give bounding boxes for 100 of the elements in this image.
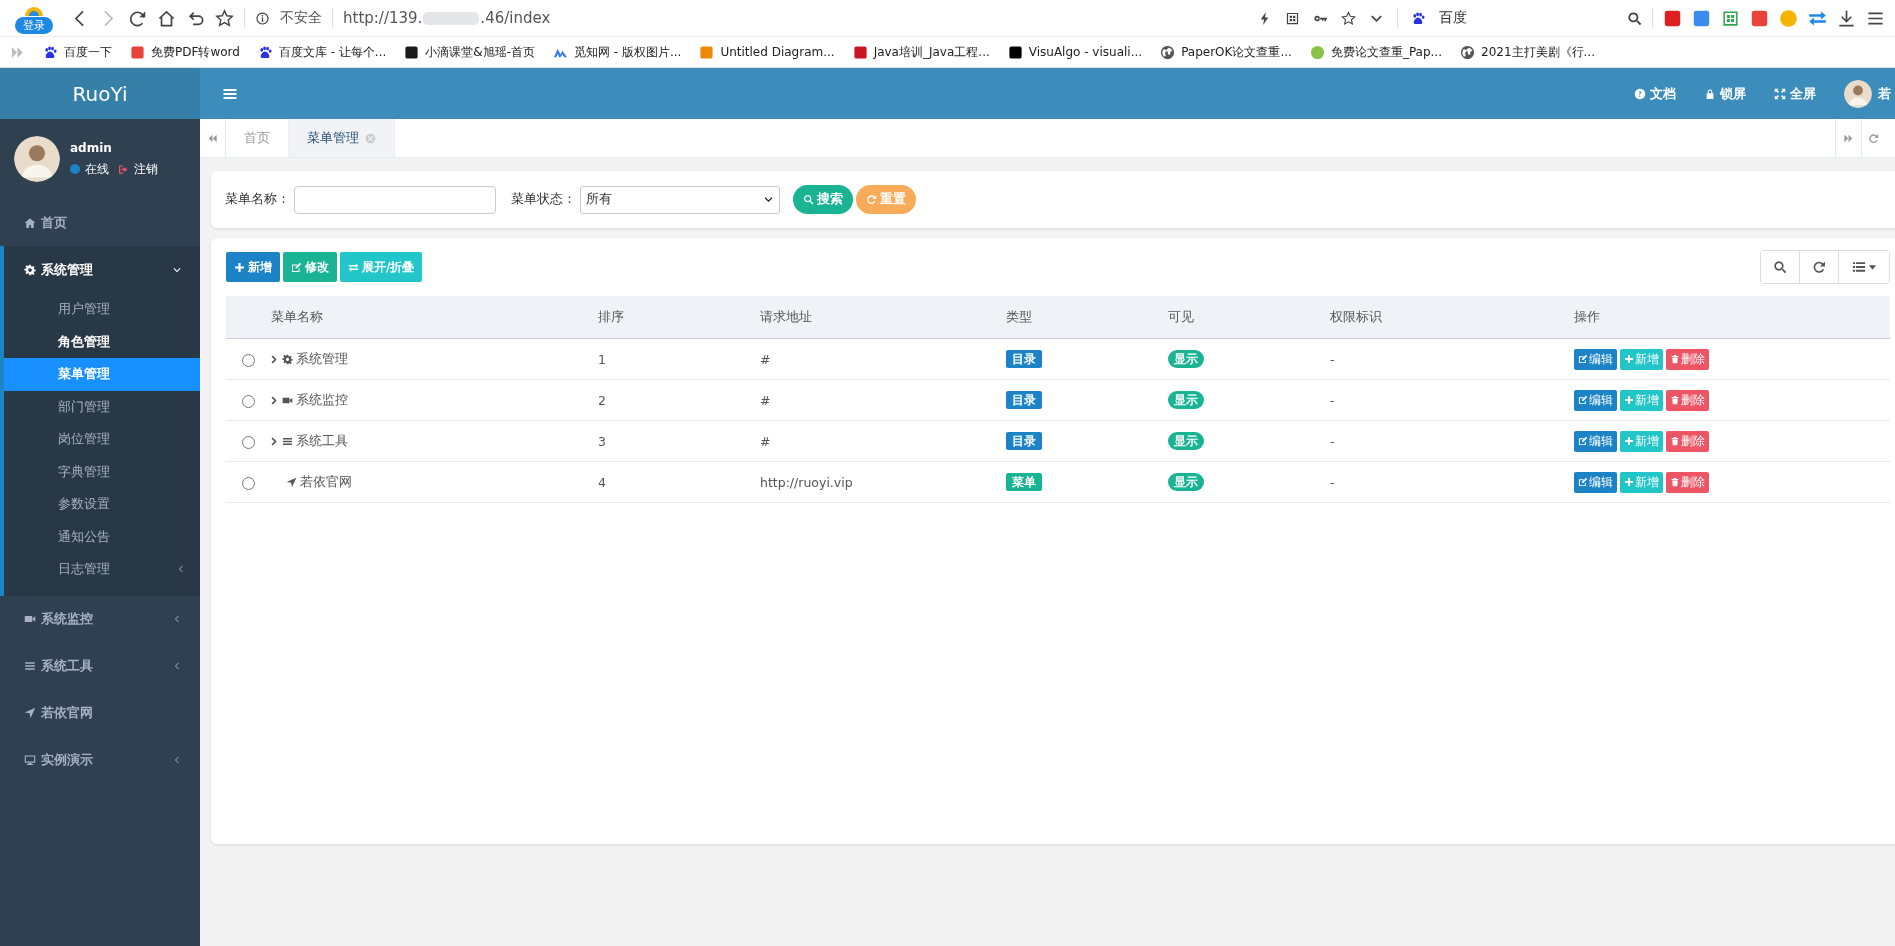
- table-cell: -: [1330, 433, 1335, 449]
- refresh-icon: [1812, 260, 1826, 274]
- menu-item[interactable]: 若依官网: [0, 689, 200, 737]
- reload-icon[interactable]: [128, 8, 147, 28]
- search-icon[interactable]: [1627, 10, 1642, 26]
- search-button[interactable]: 搜索: [793, 185, 853, 214]
- menu-item[interactable]: 实例演示: [0, 736, 200, 784]
- expand-icon[interactable]: [269, 353, 279, 365]
- bookmark[interactable]: 2021主打美剧《行...: [1460, 43, 1595, 61]
- submenu-item[interactable]: 日志管理: [4, 553, 200, 586]
- bookmark[interactable]: 免费PDF转word: [130, 43, 240, 61]
- extension-icon[interactable]: [1663, 8, 1682, 28]
- qr-code-icon[interactable]: [1285, 10, 1300, 26]
- security-label: 不安全: [280, 9, 322, 27]
- delete-button[interactable]: 删除: [1666, 430, 1709, 452]
- logout-link[interactable]: 注销: [134, 160, 158, 178]
- menu-item[interactable]: 系统管理: [4, 246, 200, 293]
- submenu-item[interactable]: 岗位管理: [4, 423, 200, 456]
- header-link[interactable]: 文档: [1634, 84, 1676, 103]
- type-tag: 目录: [1006, 350, 1042, 368]
- star-icon[interactable]: [1341, 10, 1356, 26]
- star-icon[interactable]: [215, 8, 234, 28]
- header-link[interactable]: 全屏: [1774, 84, 1816, 103]
- table-cell: 3: [598, 433, 606, 449]
- submenu-item[interactable]: 用户管理: [4, 293, 200, 326]
- refresh-icon: [1868, 132, 1879, 144]
- search-icon: [1773, 260, 1787, 274]
- extension-icon[interactable]: [1750, 8, 1769, 28]
- download-icon[interactable]: [1837, 8, 1856, 28]
- bookmark[interactable]: 百度文库 - 让每个...: [257, 43, 387, 61]
- submenu-item[interactable]: 部门管理: [4, 390, 200, 423]
- field-label: 菜单名称：: [225, 191, 290, 208]
- menu-item[interactable]: 首页: [0, 199, 200, 246]
- bookmark[interactable]: 小滴课堂&旭瑶-首页: [404, 43, 535, 61]
- help-icon: [1634, 87, 1646, 100]
- header-link[interactable]: 锁屏: [1704, 84, 1746, 103]
- login-button[interactable]: 登录: [15, 17, 53, 34]
- search-button[interactable]: [1761, 251, 1800, 283]
- fullscreen-icon: [1774, 87, 1786, 100]
- column-header: 可见: [1168, 308, 1194, 324]
- page-tab[interactable]: 菜单管理: [289, 119, 395, 157]
- bookmark[interactable]: 百度一下: [43, 43, 112, 61]
- submenu-item[interactable]: 字典管理: [4, 455, 200, 488]
- status-label: 在线: [85, 160, 109, 178]
- bookmark[interactable]: Untitled Diagram...: [699, 44, 835, 60]
- bookmark[interactable]: Java培训_Java工程...: [852, 43, 990, 61]
- extension-icon[interactable]: [1692, 8, 1711, 28]
- submenu-item[interactable]: 角色管理: [4, 325, 200, 358]
- table-cell: -: [1330, 392, 1335, 408]
- bookmark[interactable]: 觅知网 - 版权图片...: [552, 43, 682, 61]
- visible-badge: 显示: [1168, 350, 1204, 368]
- address-field[interactable]: http://139. .46/index: [343, 9, 551, 27]
- submenu-item[interactable]: 通知公告: [4, 520, 200, 553]
- type-tag: 菜单: [1006, 473, 1042, 491]
- table-cell: 系统管理: [296, 350, 348, 368]
- menu-name-field[interactable]: [294, 185, 496, 214]
- expand-icon[interactable]: [269, 394, 279, 406]
- add-button[interactable]: 新增: [226, 252, 280, 282]
- expand-icon[interactable]: [269, 435, 279, 447]
- grid-icon[interactable]: [1721, 8, 1740, 28]
- list-icon: [1852, 260, 1866, 274]
- avatar[interactable]: [1844, 79, 1872, 108]
- submenu-item[interactable]: 菜单管理: [4, 358, 200, 391]
- trash-icon: [1670, 354, 1680, 364]
- search-icon: [803, 194, 814, 205]
- bookmark[interactable]: VisuAlgo - visuali...: [1007, 44, 1143, 60]
- trash-icon: [1670, 477, 1680, 487]
- edit-button[interactable]: 编辑: [1574, 348, 1617, 370]
- menu-item[interactable]: 系统监控: [0, 595, 200, 643]
- table-cell: -: [1330, 351, 1335, 367]
- table-cell: 2: [598, 392, 606, 408]
- delete-button[interactable]: 删除: [1666, 348, 1709, 370]
- menu-item[interactable]: 系统工具: [0, 642, 200, 690]
- edit-button[interactable]: 编辑: [1574, 389, 1617, 411]
- delete-button[interactable]: 删除: [1666, 389, 1709, 411]
- home-icon[interactable]: [157, 8, 176, 28]
- refresh-icon: [866, 194, 877, 205]
- table-cell: 1: [598, 351, 606, 367]
- status-select[interactable]: 所有: [580, 185, 780, 214]
- submenu-item[interactable]: 参数设置: [4, 488, 200, 521]
- table-cell: -: [1330, 474, 1335, 490]
- monitor-icon: [24, 754, 36, 766]
- search-engine-label[interactable]: 百度: [1439, 9, 1467, 27]
- edit-button[interactable]: 编辑: [1574, 430, 1617, 452]
- user-name[interactable]: 若: [1878, 84, 1891, 103]
- table-cell: 若依官网: [300, 473, 352, 491]
- edit-button[interactable]: 修改: [283, 252, 337, 282]
- brand-logo[interactable]: RuoYi: [0, 68, 200, 119]
- table-cell: 系统工具: [296, 432, 348, 450]
- visible-badge: 显示: [1168, 391, 1204, 409]
- edit-button[interactable]: 编辑: [1574, 471, 1617, 493]
- paw-icon[interactable]: [1411, 10, 1426, 26]
- plus-icon: [1624, 436, 1634, 446]
- info-icon[interactable]: [255, 10, 270, 26]
- bookmark[interactable]: 免费论文查重_Pap...: [1309, 43, 1442, 61]
- chevron-left-icon: [172, 614, 182, 624]
- bookmark[interactable]: PaperOK论文查重...: [1160, 43, 1292, 61]
- delete-button[interactable]: 删除: [1666, 471, 1709, 493]
- column-header: 菜单名称: [271, 308, 323, 324]
- table-cell: 4: [598, 474, 606, 490]
